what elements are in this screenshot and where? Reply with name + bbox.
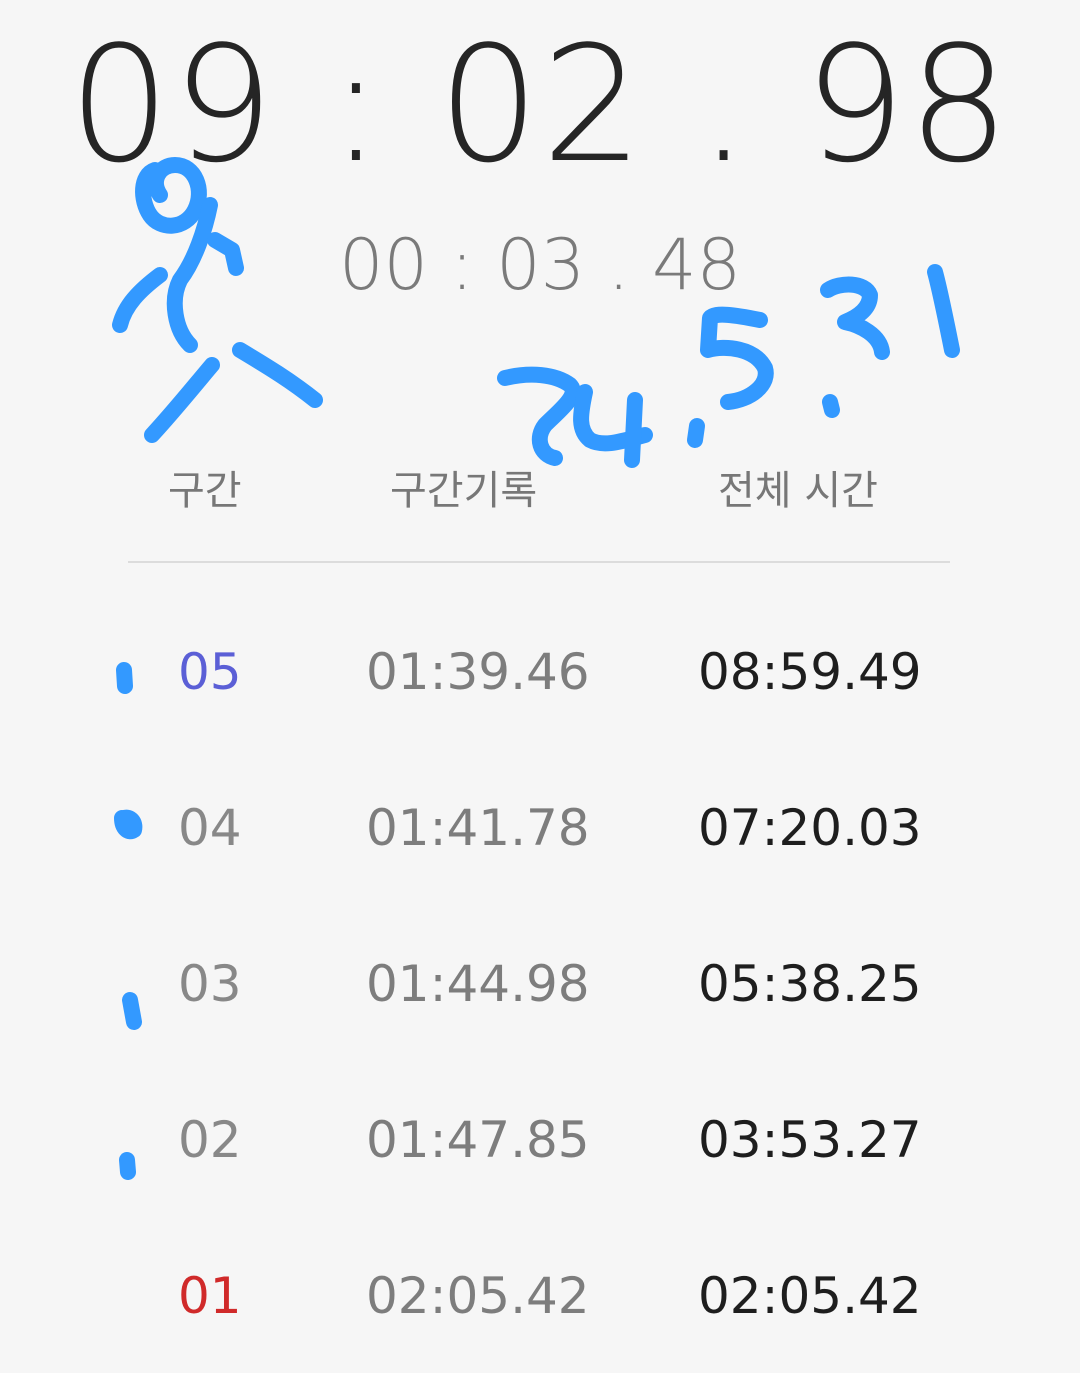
lap-split-time: 01:47.85 xyxy=(366,1111,590,1169)
lap-number: 03 xyxy=(178,955,242,1013)
lap-table-header: 구간 구간기록 전체 시간 xyxy=(0,458,1080,518)
header-lap: 구간 xyxy=(168,468,242,514)
lap-total-time: 05:38.25 xyxy=(698,955,922,1013)
lap-split-time: 02:05.42 xyxy=(366,1267,590,1325)
header-split: 구간기록 xyxy=(390,468,538,514)
lap-split-time: 01:41.78 xyxy=(366,799,590,857)
lap-number: 01 xyxy=(178,1267,242,1325)
lap-row: 01 02:05.42 02:05.42 xyxy=(0,1261,1080,1331)
lap-total-time: 08:59.49 xyxy=(698,643,922,701)
lap-row: 04 01:41.78 07:20.03 xyxy=(0,793,1080,863)
main-elapsed-time: 09 : 02 . 98 xyxy=(68,11,1012,198)
lap-row: 03 01:44.98 05:38.25 xyxy=(0,949,1080,1019)
lap-number: 04 xyxy=(178,799,242,857)
lap-total-time: 07:20.03 xyxy=(698,799,922,857)
lap-total-time: 03:53.27 xyxy=(698,1111,922,1169)
header-total: 전체 시간 xyxy=(718,468,878,514)
lap-split-time: 01:44.98 xyxy=(366,955,590,1013)
header-divider xyxy=(128,561,950,563)
lap-split-time: 01:39.46 xyxy=(366,643,590,701)
lap-number: 02 xyxy=(178,1111,242,1169)
lap-total-time: 02:05.42 xyxy=(698,1267,922,1325)
lap-row: 02 01:47.85 03:53.27 xyxy=(0,1105,1080,1175)
lap-number: 05 xyxy=(178,643,242,701)
lap-row: 05 01:39.46 08:59.49 xyxy=(0,637,1080,707)
current-lap-time: 00 : 03 . 48 xyxy=(338,224,742,306)
